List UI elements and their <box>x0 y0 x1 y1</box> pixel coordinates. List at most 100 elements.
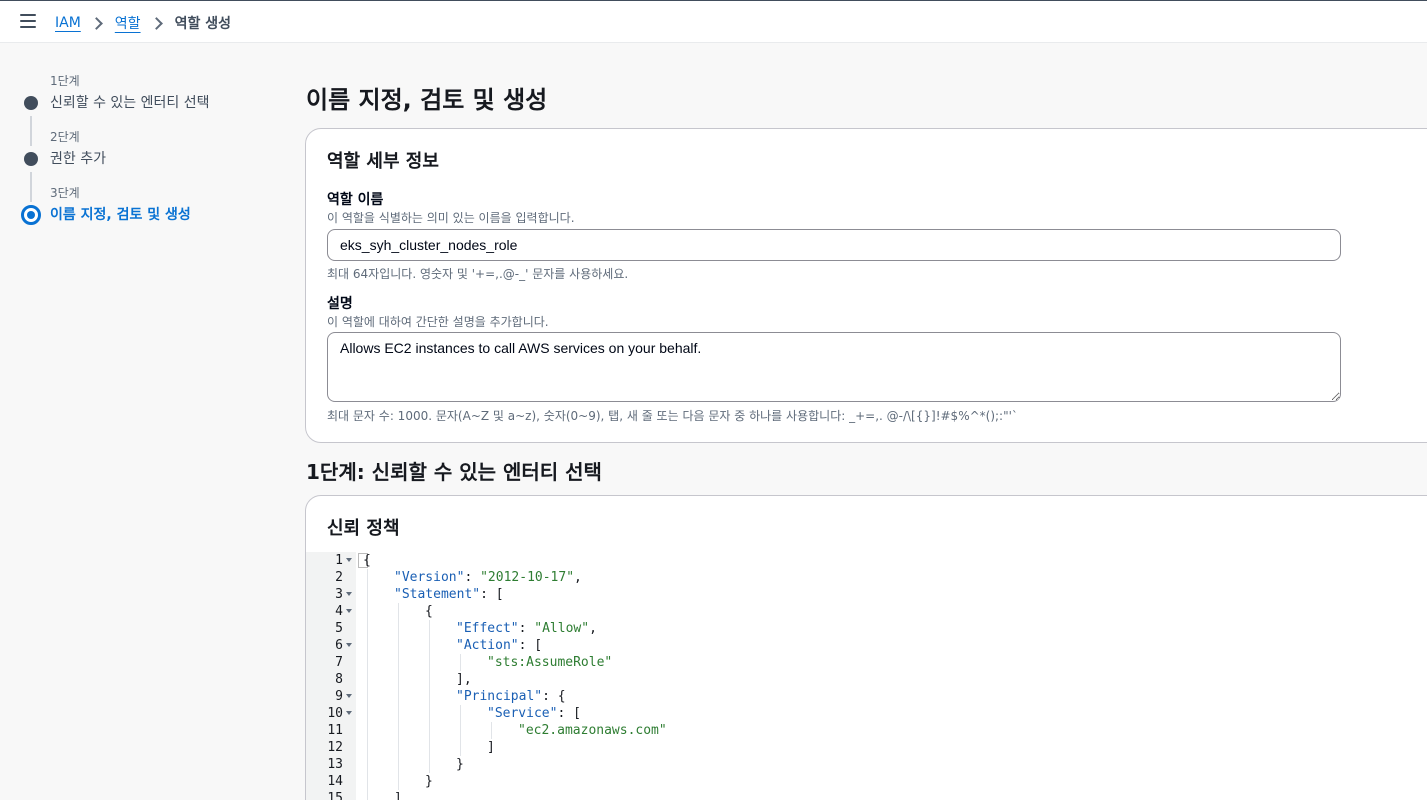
line-number: 3 <box>335 587 343 602</box>
trust-policy-card: 신뢰 정책 1{2 "Version": "2012-10-17", 3 "State… <box>305 495 1427 800</box>
code-line: 14} <box>306 773 1427 790</box>
code-text: "Action": [ <box>456 638 543 653</box>
indent-guide <box>429 637 430 654</box>
fold-arrow-icon[interactable] <box>346 558 352 562</box>
code-text: "Version": "2012-10-17", <box>394 570 582 585</box>
code-text: } <box>456 757 464 772</box>
indent-guide <box>367 739 368 756</box>
role-details-heading: 역할 세부 정보 <box>327 151 439 172</box>
indent-guide <box>429 756 430 773</box>
fold-arrow-icon[interactable] <box>346 592 352 596</box>
code-line: 15] <box>306 790 1427 800</box>
page-title: 이름 지정, 검토 및 생성 <box>306 86 548 114</box>
role-name-label: 역할 이름 <box>327 192 384 208</box>
step-connector <box>30 116 32 146</box>
line-number: 13 <box>327 757 343 772</box>
line-number: 15 <box>327 791 343 800</box>
menu-icon[interactable] <box>20 14 36 28</box>
indent-guide <box>429 688 430 705</box>
code-line: 7 "sts:AssumeRole" <box>306 654 1427 671</box>
code-line: 6 "Action": [ <box>306 637 1427 654</box>
step-title: 이름 지정, 검토 및 생성 <box>50 207 191 223</box>
indent-guide <box>367 705 368 722</box>
indent-guide <box>429 671 430 688</box>
code-text: { <box>425 604 433 619</box>
indent-guide <box>429 705 430 722</box>
step-current-icon <box>21 205 41 225</box>
step-connector <box>30 172 32 202</box>
indent-guide <box>367 773 368 790</box>
step-completed-icon <box>24 152 38 166</box>
indent-guide <box>398 620 399 637</box>
code-line: 9 "Principal": { <box>306 688 1427 705</box>
code-line: 3 "Statement": [ <box>306 586 1427 603</box>
role-name-description: 이 역할을 식별하는 의미 있는 이름을 입력합니다. <box>327 211 575 225</box>
code-text: ] <box>487 740 495 755</box>
fold-arrow-icon[interactable] <box>346 643 352 647</box>
indent-guide <box>367 637 368 654</box>
code-text: "Effect": "Allow", <box>456 621 597 636</box>
indent-guide <box>367 603 368 620</box>
indent-guide <box>398 756 399 773</box>
indent-guide <box>398 722 399 739</box>
trust-policy-heading: 신뢰 정책 <box>327 518 400 539</box>
fold-arrow-icon[interactable] <box>346 694 352 698</box>
line-number: 4 <box>335 604 343 619</box>
step-number: 1단계 <box>50 74 80 88</box>
role-name-hint: 최대 64자입니다. 영숫자 및 '+=,.@-_' 문자를 사용하세요. <box>327 267 629 281</box>
description-description: 이 역할에 대하여 간단한 설명을 추가합니다. <box>327 315 549 329</box>
indent-guide <box>398 671 399 688</box>
code-text: } <box>425 774 433 789</box>
indent-guide <box>460 722 461 739</box>
breadcrumb-roles[interactable]: 역할 <box>115 13 141 33</box>
code-line: 4{ <box>306 603 1427 620</box>
code-editor[interactable]: 1{2 "Version": "2012-10-17", 3 "Statement":… <box>306 552 1427 800</box>
breadcrumb-current: 역할 생성 <box>174 16 231 32</box>
code-line: 10 "Service": [ <box>306 705 1427 722</box>
code-line: 8], <box>306 671 1427 688</box>
indent-guide <box>460 654 461 671</box>
line-number: 9 <box>335 689 343 704</box>
indent-guide <box>460 705 461 722</box>
step-title: 권한 추가 <box>50 151 106 167</box>
top-bar: IAM 역할 역할 생성 <box>0 0 1427 43</box>
description-textarea[interactable]: Allows EC2 instances to call AWS service… <box>327 332 1341 402</box>
code-line: 1{ <box>306 552 1427 569</box>
indent-guide <box>429 620 430 637</box>
code-text: "Principal": { <box>456 689 566 704</box>
code-line: 2 "Version": "2012-10-17", <box>306 569 1427 586</box>
code-text: { <box>363 553 371 568</box>
indent-guide <box>367 756 368 773</box>
indent-guide <box>367 722 368 739</box>
step-title: 신뢰할 수 있는 엔터티 선택 <box>50 95 210 111</box>
indent-guide <box>367 688 368 705</box>
indent-guide <box>429 654 430 671</box>
code-text: ], <box>456 672 472 687</box>
fold-arrow-icon[interactable] <box>346 711 352 715</box>
code-line: 12] <box>306 739 1427 756</box>
line-number: 2 <box>335 570 343 585</box>
code-text: "sts:AssumeRole" <box>487 655 613 670</box>
breadcrumb: IAM 역할 역할 생성 <box>55 13 231 33</box>
indent-guide <box>367 569 368 586</box>
indent-guide <box>491 722 492 739</box>
chevron-right-icon <box>153 19 161 27</box>
line-number: 5 <box>335 621 343 636</box>
indent-guide <box>367 790 368 800</box>
fold-arrow-icon[interactable] <box>346 609 352 613</box>
chevron-right-icon <box>93 19 101 27</box>
indent-guide <box>429 739 430 756</box>
line-number: 6 <box>335 638 343 653</box>
role-name-input[interactable] <box>327 229 1341 261</box>
description-label: 설명 <box>327 296 353 312</box>
step-number: 2단계 <box>50 130 80 144</box>
indent-guide <box>398 688 399 705</box>
indent-guide <box>367 620 368 637</box>
step-number: 3단계 <box>50 186 80 200</box>
line-number: 8 <box>335 672 343 687</box>
indent-guide <box>398 773 399 790</box>
code-text: "ec2.amazonaws.com" <box>518 723 667 738</box>
line-number: 7 <box>335 655 343 670</box>
code-text: "Statement": [ <box>394 587 504 602</box>
breadcrumb-iam[interactable]: IAM <box>55 15 81 31</box>
